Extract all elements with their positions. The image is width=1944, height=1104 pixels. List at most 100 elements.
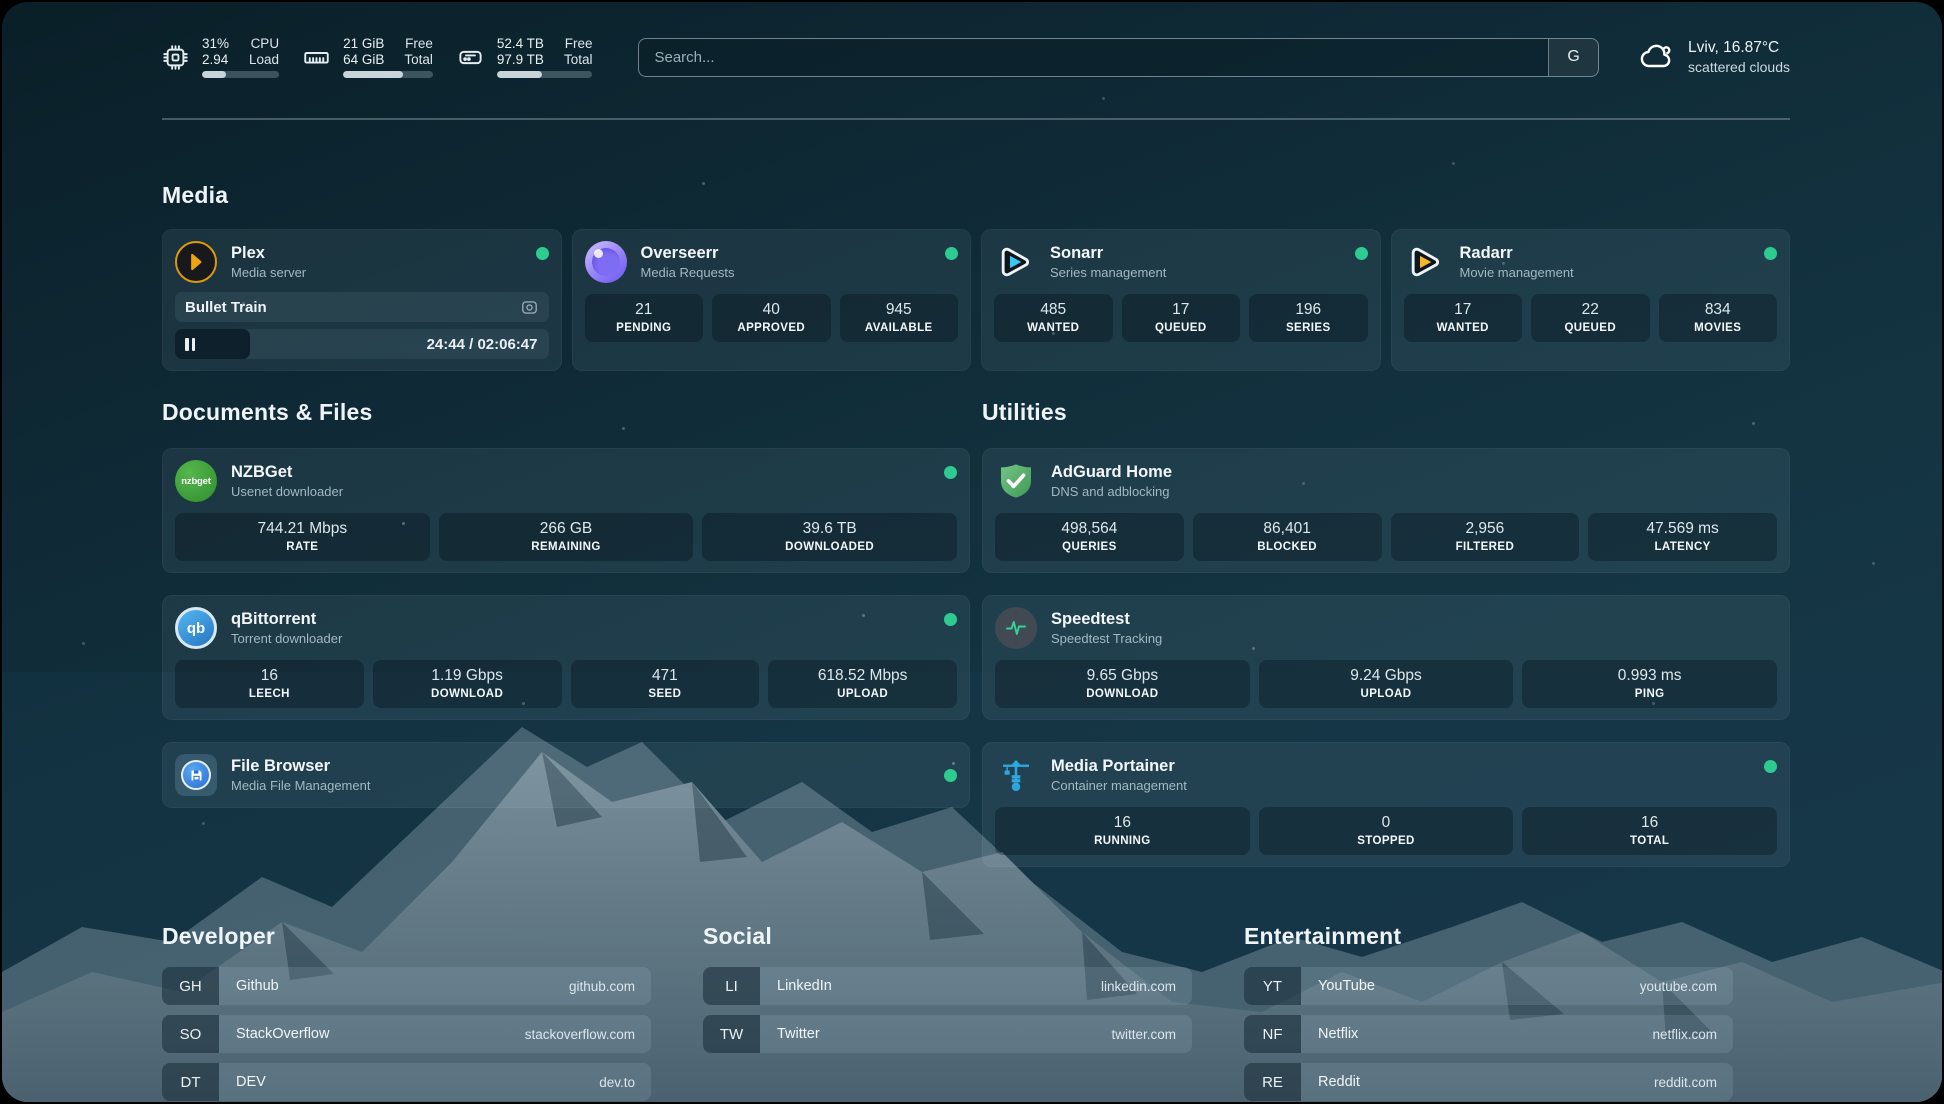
stat-filtered: 2,956 FILTERED xyxy=(1391,513,1580,561)
stat-label: QUEUED xyxy=(1535,322,1646,334)
dashboard-screen: 31% CPU 2.94 Load xyxy=(2,2,1942,1102)
section-title-utilities: Utilities xyxy=(982,399,1790,426)
cpu-label-1: CPU xyxy=(249,36,279,51)
top-bar: 31% CPU 2.94 Load xyxy=(162,28,1790,86)
bookmark-url: reddit.com xyxy=(1654,1063,1733,1101)
stat-value: 196 xyxy=(1253,301,1364,319)
stat-label: RUNNING xyxy=(999,835,1246,847)
stat-value: 9.65 Gbps xyxy=(999,667,1246,685)
bookmark-reddit[interactable]: RE Reddit reddit.com xyxy=(1244,1063,1733,1101)
disk-total-value: 97.9 TB xyxy=(497,52,544,67)
stat-upload: 618.52 Mbps UPLOAD xyxy=(768,660,957,708)
cpu-icon xyxy=(162,44,189,71)
service-subtitle: Series management xyxy=(1050,265,1341,280)
service-name: AdGuard Home xyxy=(1051,463,1777,482)
bookmark-abbr: LI xyxy=(703,967,760,1005)
memory-label-2: Total xyxy=(404,52,433,67)
bookmark-name: DEV xyxy=(219,1063,599,1101)
service-subtitle: Media server xyxy=(231,265,522,280)
sonarr-icon xyxy=(994,241,1036,283)
service-card-radarr[interactable]: Radarr Movie management 17 WANTED 22 QUE… xyxy=(1391,229,1791,371)
stat-label: AVAILABLE xyxy=(844,322,955,334)
bookmark-linkedin[interactable]: LI LinkedIn linkedin.com xyxy=(703,967,1192,1005)
memory-progress-fill xyxy=(343,71,403,78)
memory-icon xyxy=(303,44,330,71)
bookmark-stackoverflow[interactable]: SO StackOverflow stackoverflow.com xyxy=(162,1015,651,1053)
stat-available: 945 AVAILABLE xyxy=(840,294,959,342)
memory-free-value: 21 GiB xyxy=(343,36,384,51)
stat-label: DOWNLOAD xyxy=(999,688,1246,700)
service-card-plex[interactable]: Plex Media server Bullet Train 24:44 / 0… xyxy=(162,229,562,371)
cpu-widget: 31% CPU 2.94 Load xyxy=(162,36,279,78)
service-card-nzbget[interactable]: nzbget NZBGet Usenet downloader 744.21 M… xyxy=(162,448,970,573)
bookmark-netflix[interactable]: NF Netflix netflix.com xyxy=(1244,1015,1733,1053)
header-divider xyxy=(162,118,1790,120)
service-card-speedtest[interactable]: Speedtest Speedtest Tracking 9.65 Gbps D… xyxy=(982,595,1790,720)
stat-total: 16 TOTAL xyxy=(1522,807,1777,855)
bookmark-abbr: YT xyxy=(1244,967,1301,1005)
overseerr-icon xyxy=(585,241,627,283)
stat-wanted: 17 WANTED xyxy=(1404,294,1523,342)
stat-value: 17 xyxy=(1126,301,1237,319)
now-playing-row: Bullet Train xyxy=(175,292,549,322)
cpu-label-2: Load xyxy=(249,52,279,67)
bookmark-url: linkedin.com xyxy=(1101,967,1192,1005)
stat-running: 16 RUNNING xyxy=(995,807,1250,855)
stat-blocked: 86,401 BLOCKED xyxy=(1193,513,1382,561)
service-card-filebrowser[interactable]: File Browser Media File Management xyxy=(162,742,970,808)
weather-location-temp: Lviv, 16.87°C xyxy=(1688,39,1790,57)
section-title-documents: Documents & Files xyxy=(162,399,970,426)
service-subtitle: Usenet downloader xyxy=(231,484,930,499)
service-subtitle: Torrent downloader xyxy=(231,631,930,646)
stat-value: 39.6 TB xyxy=(706,520,953,538)
status-dot-online xyxy=(944,769,957,782)
nzbget-icon: nzbget xyxy=(175,460,217,502)
cpu-load-value: 2.94 xyxy=(202,52,229,67)
service-name: Media Portainer xyxy=(1051,757,1750,776)
stat-value: 834 xyxy=(1663,301,1774,319)
stat-value: 40 xyxy=(716,301,827,319)
section-title-media: Media xyxy=(162,182,1790,209)
service-card-portainer[interactable]: Media Portainer Container management 16 … xyxy=(982,742,1790,867)
stat-label: REMAINING xyxy=(443,541,690,553)
service-card-adguard[interactable]: AdGuard Home DNS and adblocking 498,564 … xyxy=(982,448,1790,573)
cpu-progress-fill xyxy=(202,71,226,78)
search-provider-button[interactable]: G xyxy=(1548,39,1598,76)
status-dot-online xyxy=(1764,760,1777,773)
stat-label: RATE xyxy=(179,541,426,553)
pause-icon[interactable] xyxy=(185,338,195,351)
qbittorrent-icon-text: qb xyxy=(187,620,205,637)
bookmark-github[interactable]: GH Github github.com xyxy=(162,967,651,1005)
service-subtitle: Container management xyxy=(1051,778,1750,793)
bookmark-twitter[interactable]: TW Twitter twitter.com xyxy=(703,1015,1192,1053)
stat-value: 47.569 ms xyxy=(1592,520,1773,538)
bookmark-name: StackOverflow xyxy=(219,1015,525,1053)
service-subtitle: Media Requests xyxy=(641,265,932,280)
cpu-usage-value: 31% xyxy=(202,36,229,51)
service-name: Plex xyxy=(231,244,522,263)
service-card-sonarr[interactable]: Sonarr Series management 485 WANTED 17 Q… xyxy=(981,229,1381,371)
status-dot-online xyxy=(1764,247,1777,260)
bookmark-group-social: Social LI LinkedIn linkedin.com TW Twitt… xyxy=(703,923,1192,1102)
cloud-icon xyxy=(1639,39,1675,75)
stat-label: FILTERED xyxy=(1395,541,1576,553)
search-bar[interactable]: G xyxy=(638,38,1599,77)
bookmark-group-developer: Developer GH Github github.com SO StackO… xyxy=(162,923,651,1102)
stat-queued: 17 QUEUED xyxy=(1122,294,1241,342)
bookmark-group-entertainment: Entertainment YT YouTube youtube.com NF … xyxy=(1244,923,1733,1102)
service-card-overseerr[interactable]: Overseerr Media Requests 21 PENDING 40 A… xyxy=(572,229,972,371)
service-card-qbittorrent[interactable]: qb qBittorrent Torrent downloader 16 LEE… xyxy=(162,595,970,720)
bookmark-youtube[interactable]: YT YouTube youtube.com xyxy=(1244,967,1733,1005)
stat-label: WANTED xyxy=(1408,322,1519,334)
service-subtitle: Media File Management xyxy=(231,778,930,793)
playback-progress-bar: 24:44 / 02:06:47 xyxy=(175,329,549,359)
search-input[interactable] xyxy=(639,39,1548,76)
media-cards-row: Plex Media server Bullet Train 24:44 / 0… xyxy=(162,229,1790,371)
status-dot-online xyxy=(536,247,549,260)
stat-value: 0 xyxy=(1263,814,1510,832)
status-dot-online xyxy=(944,613,957,626)
stat-wanted: 485 WANTED xyxy=(994,294,1113,342)
bookmark-dev[interactable]: DT DEV dev.to xyxy=(162,1063,651,1101)
stat-series: 196 SERIES xyxy=(1249,294,1368,342)
bookmark-name: Github xyxy=(219,967,569,1005)
